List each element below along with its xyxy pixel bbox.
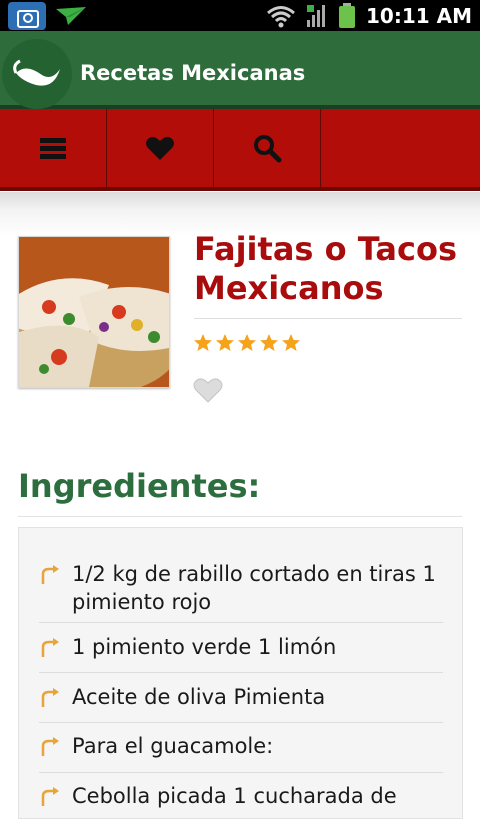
fajitas-photo bbox=[19, 237, 169, 387]
star-icon bbox=[282, 334, 300, 351]
ingredients-list: 1/2 kg de rabillo cortado en tiras 1 pim… bbox=[18, 527, 463, 819]
action-bar: Recetas Mexicanas bbox=[0, 31, 480, 109]
ingredient-text: 1/2 kg de rabillo cortado en tiras 1 pim… bbox=[72, 562, 436, 614]
battery-icon bbox=[338, 2, 355, 28]
app-title: Recetas Mexicanas bbox=[80, 61, 306, 85]
star-icon bbox=[260, 334, 278, 351]
camera-notification-icon bbox=[8, 2, 46, 30]
ingredient-item: 1 pimiento verde 1 limón bbox=[39, 633, 443, 673]
arrow-return-icon bbox=[41, 638, 59, 657]
ingredients-divider bbox=[18, 516, 462, 517]
ingredient-text: Para el guacamole: bbox=[72, 734, 274, 758]
wifi-icon bbox=[267, 5, 295, 27]
star-icon bbox=[238, 334, 256, 351]
heart-icon bbox=[146, 136, 174, 160]
favorites-button[interactable] bbox=[107, 109, 214, 187]
star-icon bbox=[194, 334, 212, 351]
app-logo[interactable] bbox=[2, 39, 72, 109]
title-divider bbox=[194, 318, 462, 319]
toolbar bbox=[0, 109, 480, 191]
search-button[interactable] bbox=[214, 109, 321, 187]
arrow-return-icon bbox=[41, 737, 59, 756]
arrow-return-icon bbox=[41, 787, 59, 806]
menu-icon bbox=[40, 138, 66, 159]
signal-icon bbox=[306, 4, 325, 27]
arrow-return-icon bbox=[41, 565, 59, 584]
chili-pepper-icon bbox=[13, 59, 60, 86]
menu-button[interactable] bbox=[0, 109, 107, 187]
ingredients-heading: Ingredientes: bbox=[18, 467, 261, 505]
rating-stars bbox=[193, 333, 301, 353]
ingredient-item: Para el guacamole: bbox=[39, 732, 443, 773]
ingredient-item: 1/2 kg de rabillo cortado en tiras 1 pim… bbox=[39, 560, 443, 623]
paper-plane-notification-icon bbox=[56, 7, 86, 25]
status-time: 10:11 AM bbox=[365, 3, 472, 28]
heart-outline-icon bbox=[193, 378, 223, 403]
ingredient-text: 1 pimiento verde 1 limón bbox=[72, 635, 337, 659]
status-bar: 10:11 AM bbox=[0, 0, 480, 31]
search-icon bbox=[254, 135, 282, 163]
ingredient-text: Cebolla picada 1 cucharada de bbox=[72, 784, 397, 808]
ingredient-item: Aceite de oliva Pimienta bbox=[39, 683, 443, 723]
recipe-image bbox=[18, 236, 170, 388]
arrow-return-icon bbox=[41, 688, 59, 707]
ingredient-text: Aceite de oliva Pimienta bbox=[72, 685, 326, 709]
star-icon bbox=[216, 334, 234, 351]
ingredient-item: Cebolla picada 1 cucharada de bbox=[39, 782, 443, 822]
favorite-button[interactable] bbox=[193, 376, 223, 404]
recipe-title: Fajitas o Tacos Mexicanos bbox=[194, 230, 458, 307]
